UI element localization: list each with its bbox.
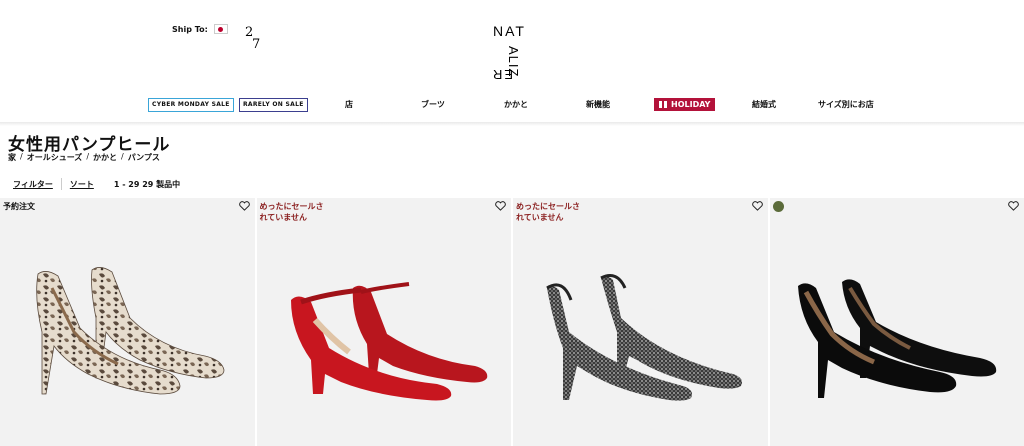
ship-to-selector[interactable]: Ship To:: [172, 24, 228, 34]
nav-holiday-label: HOLIDAY: [671, 100, 711, 109]
product-image[interactable]: [0, 248, 255, 408]
nav-wedding[interactable]: 結婚式: [752, 97, 776, 113]
product-card[interactable]: [769, 198, 1024, 446]
heart-icon[interactable]: [238, 201, 250, 211]
breadcrumb-item[interactable]: かかと: [93, 152, 117, 163]
breadcrumb-item[interactable]: パンプス: [128, 152, 160, 163]
preorder-badge: 予約注文: [3, 202, 35, 211]
product-image[interactable]: [770, 248, 1024, 408]
header-divider: [0, 122, 1024, 126]
product-grid: 予約注文 めったにセールさ れていません めったにセールさ れていません: [0, 198, 1024, 446]
svg-text:7: 7: [252, 37, 260, 52]
breadcrumb-separator: /: [86, 152, 90, 161]
product-image[interactable]: [513, 248, 768, 408]
rarely-on-sale-badge: めったにセールさ れていません: [260, 201, 324, 223]
nav-boots[interactable]: ブーツ: [421, 97, 445, 113]
naturalizer-logo-mark: NAT UR ALIZ ER: [491, 23, 549, 82]
nav-rarely-on-sale[interactable]: RARELY ON SALE: [239, 98, 308, 112]
product-image[interactable]: [257, 248, 512, 408]
sort-button[interactable]: ソート: [70, 179, 94, 190]
badge-line: めったにセールさ: [516, 202, 580, 211]
toolbar-divider: [60, 178, 62, 190]
japan-flag-icon: [213, 24, 228, 34]
breadcrumb-separator: /: [121, 152, 124, 161]
nav-new-arrivals[interactable]: 新機能: [586, 97, 610, 113]
results-toolbar: フィルター ソート 1 - 29 29 製品中: [13, 178, 180, 190]
eco-badge-icon: [772, 201, 784, 212]
product-card[interactable]: めったにセールさ れていません: [256, 198, 512, 446]
heart-icon[interactable]: [751, 201, 763, 211]
main-navigation: CYBER MONDAY SALE RARELY ON SALE 店 ブーツ か…: [0, 97, 1024, 113]
rarely-on-sale-badge: めったにセールさ れていません: [516, 201, 580, 223]
nav-holiday[interactable]: HOLIDAY: [654, 98, 716, 111]
filter-button[interactable]: フィルター: [13, 179, 53, 190]
nav-shop-by-size[interactable]: サイズ別にお店: [818, 97, 874, 113]
ship-to-label: Ship To:: [172, 24, 208, 34]
nav-cyber-monday-sale[interactable]: CYBER MONDAY SALE: [148, 98, 234, 112]
badge-line: れていません: [516, 213, 564, 222]
badge-line: れていません: [259, 213, 308, 222]
heart-icon[interactable]: [495, 201, 506, 211]
breadcrumb: 家 / オールシューズ / かかと / パンプス: [8, 152, 160, 163]
breadcrumb-item[interactable]: オールシューズ: [27, 152, 83, 163]
breadcrumb-separator: /: [20, 152, 23, 161]
gift-icon: [659, 101, 667, 108]
nav-heels[interactable]: かかと: [504, 97, 528, 113]
naturalizer-logo[interactable]: NAT UR ALIZ ER: [491, 22, 549, 87]
svg-text:UR: UR: [534, 40, 537, 63]
product-card[interactable]: めったにセールさ れていません: [513, 198, 768, 446]
badge-line: めったにセールさ: [259, 202, 324, 211]
heart-icon[interactable]: [1008, 201, 1019, 211]
product-card[interactable]: 予約注文: [0, 198, 255, 446]
result-count: 1 - 29 29 製品中: [113, 179, 181, 189]
nav-shop[interactable]: 店: [345, 97, 353, 113]
brand-emblem: 2 7: [244, 22, 264, 56]
breadcrumb-item[interactable]: 家: [8, 152, 16, 163]
svg-text:ER: ER: [493, 67, 513, 82]
svg-text:NAT: NAT: [493, 23, 526, 39]
